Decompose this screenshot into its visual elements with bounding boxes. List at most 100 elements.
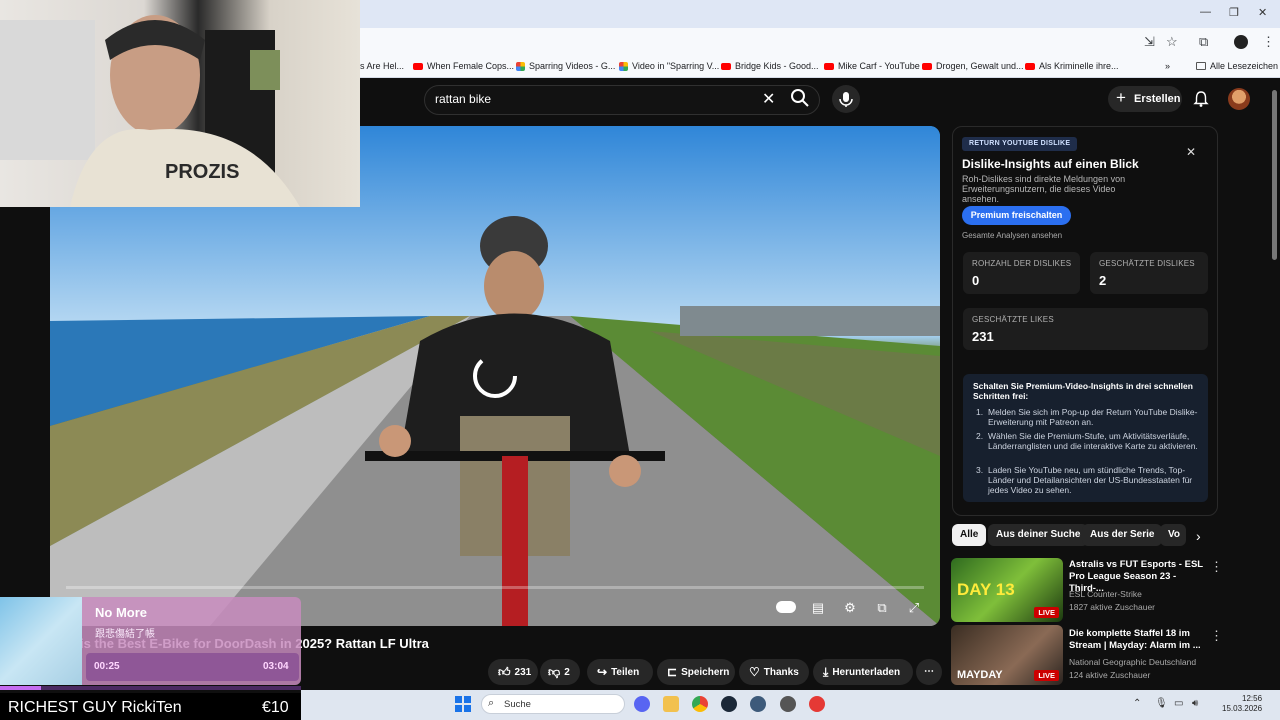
youtube-icon xyxy=(824,63,834,70)
autoplay-toggle[interactable] xyxy=(776,601,796,613)
bookmark-item[interactable]: Video in "Sparring V... xyxy=(619,61,719,71)
youtube-icon xyxy=(1025,63,1035,70)
recommendation-thumbnail[interactable]: MAYDAY LIVE xyxy=(951,625,1063,685)
stat-estimated-dislikes: GESCHÄTZTE DISLIKES 2 xyxy=(1090,252,1208,294)
microphone-tray-icon[interactable]: 🎙︎ xyxy=(1155,698,1168,709)
windows-start-icon[interactable] xyxy=(455,696,471,712)
save-button[interactable]: ⊏ Speichern xyxy=(657,659,735,685)
song-subtitle: 跟悲傷結了帳 xyxy=(95,629,155,640)
close-window-icon[interactable]: ✕ xyxy=(1258,6,1267,19)
chip-partial[interactable]: Vo xyxy=(1160,524,1186,546)
fullscreen-icon[interactable]: ⤢ xyxy=(905,600,923,616)
clear-search-icon[interactable]: ✕ xyxy=(762,89,775,109)
bookmark-item[interactable]: Als Kriminelle ihre... xyxy=(1025,61,1119,71)
donor-name: RICHEST GUY RickiTen xyxy=(8,699,182,716)
viewer-count: 124 aktive Zuschauer xyxy=(1069,670,1151,680)
microphone-icon[interactable] xyxy=(832,85,860,113)
plus-icon: + xyxy=(1116,88,1126,107)
song-progress-track xyxy=(0,686,301,690)
bookmark-item[interactable]: Bridge Kids - Good... xyxy=(721,61,819,71)
bookmark-item[interactable]: When Female Cops... xyxy=(413,61,514,71)
shirt-logo: PROZIS xyxy=(165,161,239,183)
all-bookmarks-folder[interactable]: Alle Lesezeichen xyxy=(1196,61,1278,71)
thanks-button[interactable]: ♡ Thanks xyxy=(739,659,809,685)
stat-label: GESCHÄTZTE LIKES xyxy=(972,315,1054,324)
app-icon[interactable] xyxy=(780,696,796,712)
download-button[interactable]: ⤓ Herunterladen xyxy=(813,659,913,685)
page-scrollbar[interactable] xyxy=(1272,90,1277,260)
close-icon[interactable]: ✕ xyxy=(1186,145,1196,159)
notifications-bell-icon[interactable] xyxy=(1192,90,1210,108)
chevron-right-icon[interactable]: › xyxy=(1196,528,1201,544)
user-avatar[interactable] xyxy=(1228,88,1250,110)
search-input[interactable]: rattan bike xyxy=(435,92,491,106)
chip-from-search[interactable]: Aus deiner Suche xyxy=(988,524,1089,546)
like-button[interactable]: 👍︎ 231 xyxy=(488,659,538,685)
menu-kebab-icon[interactable]: ⋮ xyxy=(1262,34,1275,50)
app-icon[interactable] xyxy=(750,696,766,712)
bookmark-item[interactable]: Sparring Videos - G... xyxy=(516,61,615,71)
more-bookmarks-icon[interactable]: » xyxy=(1165,61,1170,71)
star-bookmark-icon[interactable]: ☆ xyxy=(1166,34,1178,50)
recommendation-title[interactable]: Die komplette Staffel 18 im Stream | May… xyxy=(1069,628,1207,652)
taskbar-search-box[interactable] xyxy=(481,694,625,714)
chip-from-series[interactable]: Aus der Serie xyxy=(1082,524,1163,546)
chrome-icon[interactable] xyxy=(692,696,708,712)
bookmark-icon: ⊏ xyxy=(667,665,678,679)
steam-icon[interactable] xyxy=(721,696,737,712)
dislike-button[interactable]: 👎︎ 2 xyxy=(540,659,580,685)
drive-icon xyxy=(516,62,525,71)
bookmark-item[interactable]: Mike Carf - YouTube xyxy=(824,61,920,71)
stat-value: 2 xyxy=(1099,273,1107,288)
install-app-icon[interactable]: ⇲ xyxy=(1144,34,1155,50)
channel-name[interactable]: National Geographic Deutschland xyxy=(1069,657,1196,667)
taskbar-clock[interactable]: 12:56 15.03.2026 xyxy=(1222,694,1262,714)
unlock-premium-button[interactable]: Premium freischalten xyxy=(962,206,1071,225)
profile-icon[interactable] xyxy=(1234,35,1248,49)
tray-chevron-icon[interactable]: ⌃ xyxy=(1133,698,1141,709)
more-options-icon[interactable]: ⋮ xyxy=(1210,628,1223,644)
bookmark-item[interactable]: Drogen, Gewalt und... xyxy=(922,61,1024,71)
recommendation-thumbnail[interactable]: DAY 13 LIVE xyxy=(951,558,1063,622)
clock-time: 12:56 xyxy=(1242,694,1263,703)
stat-raw-dislikes: ROHZAHL DER DISLIKES 0 xyxy=(963,252,1080,294)
channel-name[interactable]: ESL Counter-Strike xyxy=(1069,589,1142,599)
discord-icon[interactable] xyxy=(634,696,650,712)
miniplayer-icon[interactable]: ⧉ xyxy=(873,600,891,616)
media-player-icon[interactable] xyxy=(809,696,825,712)
panel-description: Roh-Dislikes sind direkte Meldungen von … xyxy=(962,174,1126,204)
minimize-icon[interactable]: — xyxy=(1200,6,1211,18)
bookmark-item[interactable]: s Are Hel... xyxy=(360,61,404,71)
stat-value: 0 xyxy=(972,273,980,288)
restore-icon[interactable]: ❐ xyxy=(1229,6,1239,19)
stat-value: 231 xyxy=(972,329,994,344)
stat-label: GESCHÄTZTE DISLIKES xyxy=(1099,259,1195,268)
youtube-icon xyxy=(413,63,423,70)
search-icon[interactable] xyxy=(790,88,814,110)
steps-heading: Schalten Sie Premium-Video-Insights in d… xyxy=(973,381,1193,401)
settings-gear-icon[interactable]: ⚙ xyxy=(841,600,859,616)
clock-date: 15.03.2026 xyxy=(1222,704,1263,713)
more-options-icon[interactable]: ⋮ xyxy=(1210,559,1223,575)
stat-estimated-likes: GESCHÄTZTE LIKES 231 xyxy=(963,308,1208,350)
network-icon[interactable]: ▭ xyxy=(1174,698,1183,709)
youtube-icon xyxy=(721,63,731,70)
thumbs-down-icon: 👎︎ xyxy=(548,665,561,679)
share-button[interactable]: ↪ Teilen xyxy=(587,659,653,685)
song-current-time: 00:25 xyxy=(94,661,120,672)
search-icon: ⌕ xyxy=(488,697,495,709)
panel-title: Dislike-Insights auf einen Blick xyxy=(962,157,1139,171)
subtitles-icon[interactable]: ▤ xyxy=(809,600,827,616)
extensions-icon[interactable]: ⧉ xyxy=(1199,34,1208,50)
all-analytics-link[interactable]: Gesamte Analysen ansehen xyxy=(962,231,1062,240)
file-explorer-icon[interactable] xyxy=(663,696,679,712)
share-icon: ↪ xyxy=(597,665,608,679)
live-badge: LIVE xyxy=(1034,607,1059,618)
chip-all[interactable]: Alle xyxy=(952,524,987,546)
live-badge: LIVE xyxy=(1034,670,1059,681)
video-progress-bar[interactable] xyxy=(66,586,924,589)
volume-icon[interactable]: 🔊︎ xyxy=(1192,698,1198,709)
taskbar-search-label[interactable]: Suche xyxy=(504,699,531,710)
more-actions-icon[interactable]: ⋯ xyxy=(916,659,942,685)
song-progress-fill xyxy=(0,686,41,690)
